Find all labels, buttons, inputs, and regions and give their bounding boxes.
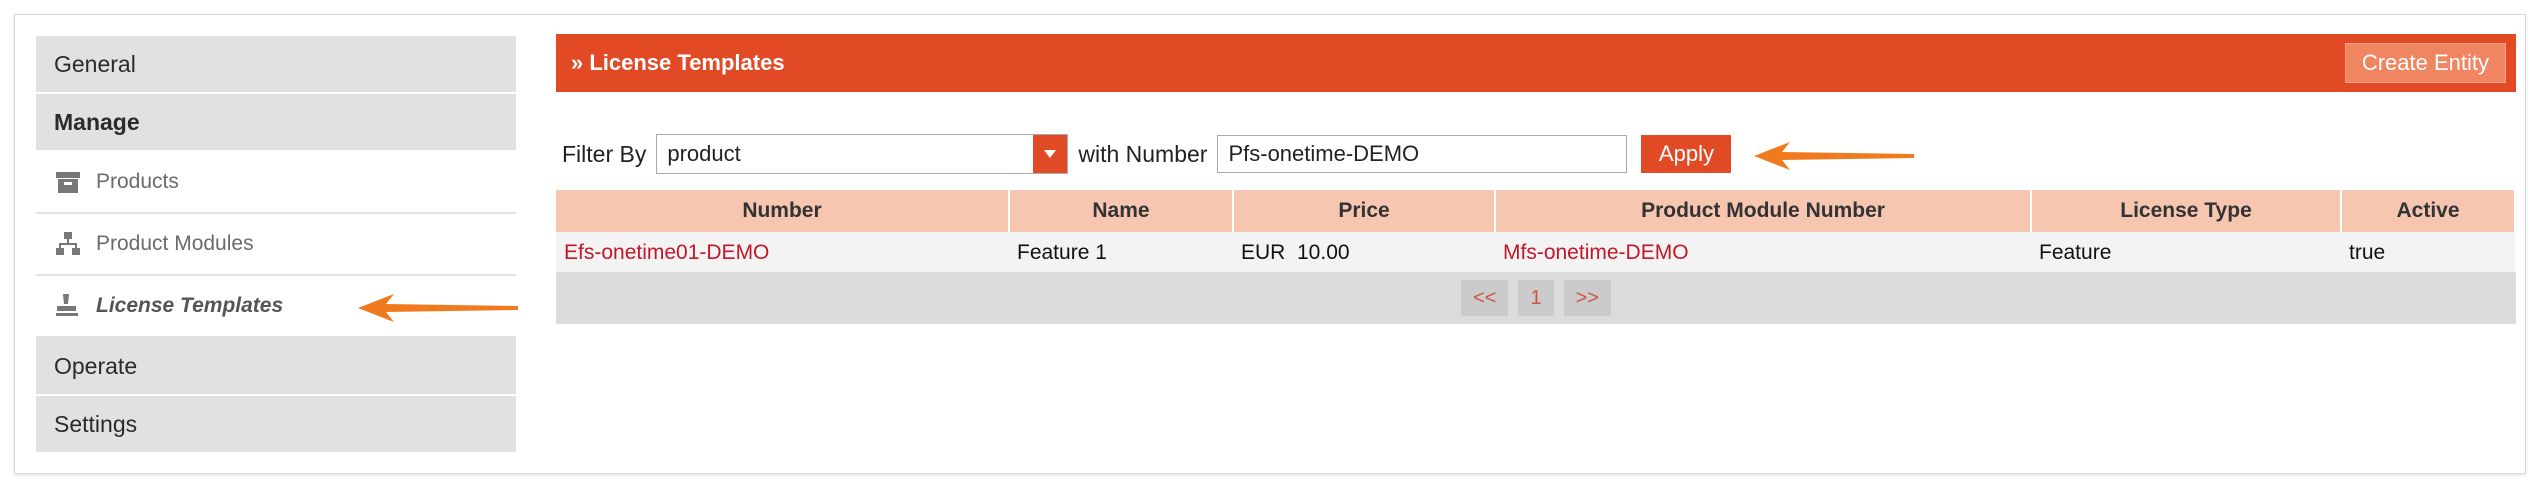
column-header-product-module-number[interactable]: Product Module Number [1495, 190, 2032, 232]
cell-number-link[interactable]: Efs-onetime01-DEMO [556, 232, 1009, 274]
table-row[interactable]: Efs-onetime01-DEMO Feature 1 EUR 10.00 M… [556, 232, 2515, 274]
sidebar-item-label: Product Modules [96, 232, 254, 255]
sidebar-item-label: License Templates [96, 294, 284, 317]
filter-select-value: product [667, 141, 741, 166]
main-panel: » License Templates Create Entity Filter… [556, 34, 2516, 324]
chevron-down-icon[interactable] [1033, 135, 1068, 173]
sidebar-section-label: General [54, 50, 136, 77]
sidebar: General Manage Products Product Modules … [36, 36, 516, 454]
pager-prev-button[interactable]: << [1461, 280, 1509, 316]
column-header-license-type[interactable]: License Type [2031, 190, 2342, 232]
sidebar-section-settings[interactable]: Settings [36, 396, 516, 454]
create-entity-button[interactable]: Create Entity [2344, 43, 2506, 83]
hierarchy-icon [54, 230, 82, 258]
license-templates-table: Number Name Price Product Module Number … [556, 190, 2516, 274]
annotation-arrow-sidebar [358, 294, 518, 322]
cell-license-type: Feature [2031, 232, 2341, 274]
apply-button[interactable]: Apply [1641, 135, 1732, 173]
sidebar-section-operate[interactable]: Operate [36, 338, 516, 396]
cell-module-link[interactable]: Mfs-onetime-DEMO [1495, 232, 2031, 274]
sidebar-section-label: Settings [54, 410, 138, 437]
with-number-label: with Number [1078, 140, 1208, 167]
sidebar-item-product-modules[interactable]: Product Modules [36, 214, 516, 276]
sidebar-item-label: Products [96, 170, 179, 193]
cell-name: Feature 1 [1009, 232, 1233, 274]
pagination: << 1 >> [556, 272, 2516, 324]
sidebar-section-general[interactable]: General [36, 36, 516, 94]
pager-next-button[interactable]: >> [1563, 280, 1611, 316]
number-input[interactable]: Pfs-onetime-DEMO [1217, 135, 1628, 173]
column-header-number[interactable]: Number [556, 190, 1010, 232]
table-header-row: Number Name Price Product Module Number … [556, 190, 2516, 232]
page-title: » License Templates [571, 50, 785, 75]
stamp-icon [54, 292, 82, 320]
column-header-name[interactable]: Name [1009, 190, 1234, 232]
cell-price: EUR 10.00 [1233, 232, 1495, 274]
annotation-arrow-apply [1754, 142, 1914, 170]
sidebar-section-label: Operate [54, 352, 138, 379]
filter-bar: Filter By product with Number Pfs-onetim… [562, 134, 1732, 174]
pager-page-button[interactable]: 1 [1518, 280, 1554, 316]
sidebar-item-products[interactable]: Products [36, 152, 516, 214]
sidebar-section-label: Manage [54, 108, 140, 135]
column-header-active[interactable]: Active [2341, 190, 2516, 232]
filter-by-label: Filter By [562, 140, 647, 167]
column-header-price[interactable]: Price [1233, 190, 1496, 232]
panel-header: » License Templates Create Entity [556, 34, 2516, 92]
sidebar-section-manage[interactable]: Manage [36, 94, 516, 152]
cell-active: true [2341, 232, 2515, 274]
box-icon [54, 168, 82, 196]
filter-select[interactable]: product [656, 134, 1069, 174]
